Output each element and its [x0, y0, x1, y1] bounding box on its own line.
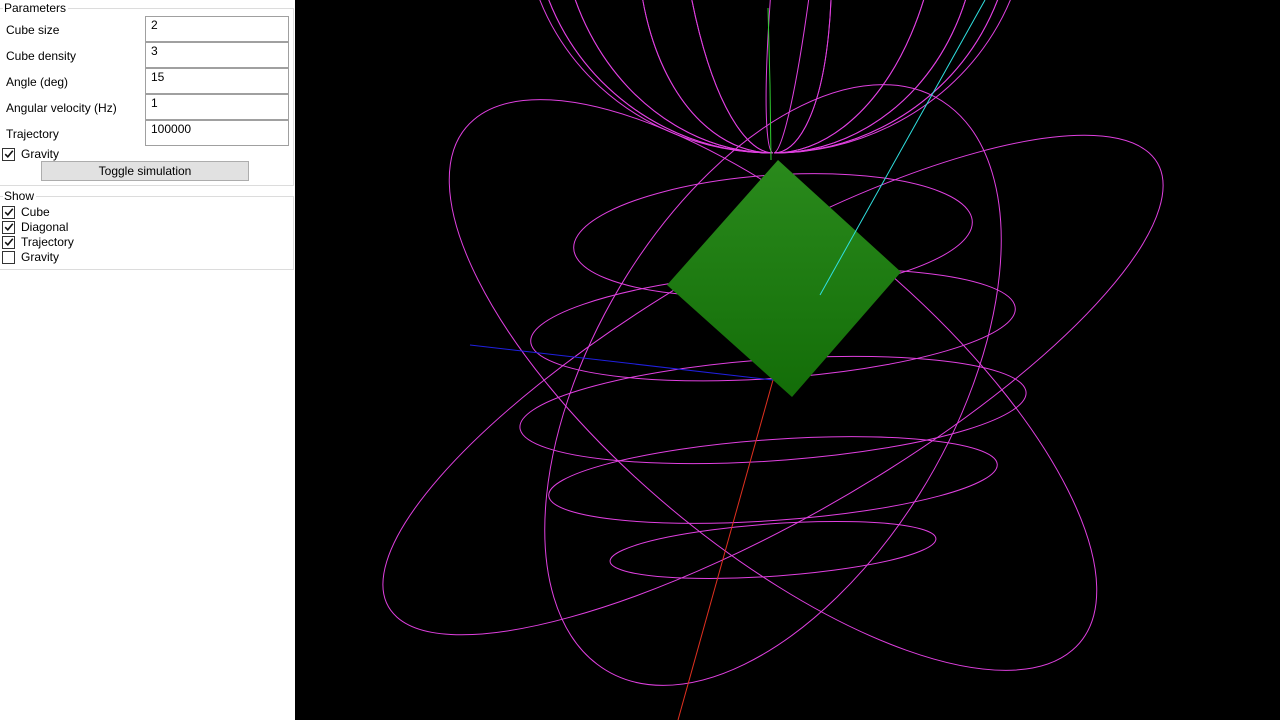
angle-input[interactable]: 15	[145, 68, 289, 94]
checkmark-icon	[4, 238, 14, 246]
checkmark-icon	[4, 208, 14, 216]
cube-size-row: Cube size 2	[0, 16, 293, 42]
show-cube-label: Cube	[21, 205, 50, 219]
trajectory-label: Trajectory	[6, 127, 59, 141]
checkmark-icon	[4, 223, 14, 231]
show-gravity-checkbox[interactable]	[2, 251, 15, 264]
cube-size-input[interactable]: 2	[145, 16, 289, 42]
cube-density-label: Cube density	[6, 49, 77, 63]
angle-row: Angle (deg) 15	[0, 68, 293, 94]
show-group: Show Cube Diagonal Trajectory Gravity	[0, 189, 294, 270]
show-trajectory-checkbox[interactable]	[2, 236, 15, 249]
trajectory-input[interactable]: 100000	[145, 120, 289, 146]
show-trajectory-label: Trajectory	[21, 235, 74, 249]
angular-velocity-input[interactable]: 1	[145, 94, 289, 120]
show-gravity-label: Gravity	[21, 250, 60, 264]
3d-viewport[interactable]	[295, 0, 1280, 720]
show-cube-checkbox[interactable]	[2, 206, 15, 219]
trajectory-row: Trajectory 100000	[0, 120, 293, 146]
axis-y-line	[767, 7, 772, 161]
toggle-simulation-button[interactable]: Toggle simulation	[41, 161, 249, 181]
gravity-label: Gravity	[21, 147, 60, 161]
cube-shape	[667, 160, 901, 397]
show-diagonal-label: Diagonal	[21, 220, 69, 234]
scene-canvas	[382, 0, 1164, 720]
show-diagonal-checkbox[interactable]	[2, 221, 15, 234]
parameters-group-title: Parameters	[3, 1, 69, 15]
checkmark-icon	[4, 150, 14, 158]
cube-density-input[interactable]: 3	[145, 42, 289, 68]
cube-density-row: Cube density 3	[0, 42, 293, 68]
cube-size-label: Cube size	[6, 23, 60, 37]
axis-x-line	[677, 379, 774, 720]
gravity-checkbox[interactable]	[2, 148, 15, 161]
parameters-group: Parameters Cube size 2 Cube density 3 An…	[0, 1, 294, 186]
show-group-title: Show	[3, 189, 37, 203]
angular-velocity-row: Angular velocity (Hz) 1	[0, 94, 293, 120]
angular-velocity-label: Angular velocity (Hz)	[6, 101, 117, 115]
control-panel: Parameters Cube size 2 Cube density 3 An…	[0, 0, 295, 720]
angle-label: Angle (deg)	[6, 75, 69, 89]
diagonal-line	[819, 0, 986, 296]
